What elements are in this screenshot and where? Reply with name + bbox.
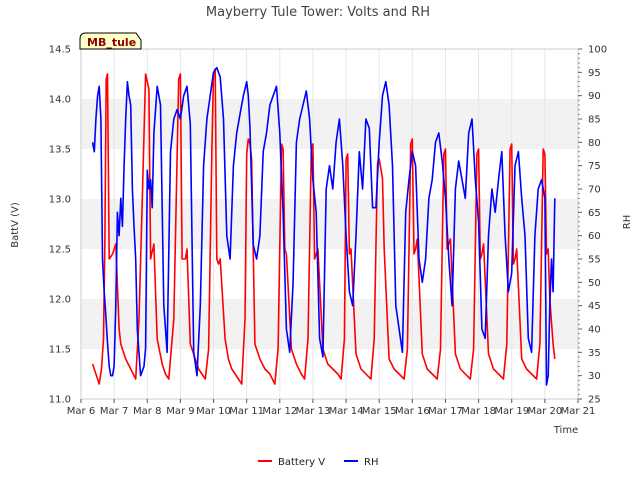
x-tick-label: Mar 16 xyxy=(395,406,430,417)
legend-label-battery: Battery V xyxy=(278,457,325,468)
y-right-tick-label: 60 xyxy=(588,231,601,242)
x-tick-label: Mar 14 xyxy=(329,406,364,417)
y-left-tick-label: 12.0 xyxy=(49,295,71,306)
x-tick-label: Mar 7 xyxy=(100,406,128,417)
legend-label-rh: RH xyxy=(364,457,378,468)
station-badge-label: MB_tule xyxy=(87,36,136,49)
y-left-tick-label: 14.0 xyxy=(49,95,71,106)
y-left-tick-label: 12.5 xyxy=(49,245,71,256)
x-tick-label: Mar 6 xyxy=(67,406,95,417)
y-right-tick-label: 100 xyxy=(588,45,607,56)
y-right-tick-label: 50 xyxy=(588,278,601,289)
y-right-tick-label: 35 xyxy=(588,348,601,359)
x-tick-label: Mar 17 xyxy=(428,406,463,417)
y-right-axis-title: RH xyxy=(622,215,633,229)
x-tick-label: Mar 18 xyxy=(461,406,496,417)
y-left-tick-label: 13.0 xyxy=(49,195,71,206)
x-tick-label: Mar 8 xyxy=(133,406,161,417)
y-right-tick-label: 90 xyxy=(588,91,601,102)
grid-band xyxy=(81,49,578,99)
chart-title: Mayberry Tule Tower: Volts and RH xyxy=(206,5,430,20)
y-right-tick-label: 80 xyxy=(588,138,601,149)
y-right-tick-label: 45 xyxy=(588,301,601,312)
y-right-tick-label: 25 xyxy=(588,395,601,406)
y-left-tick-label: 14.5 xyxy=(49,45,71,56)
x-tick-label: Mar 10 xyxy=(196,406,231,417)
y-right-tick-label: 65 xyxy=(588,208,601,219)
station-badge: MB_tule xyxy=(79,32,142,50)
y-right-tick-label: 40 xyxy=(588,325,601,336)
y-right-tick-label: 85 xyxy=(588,115,601,126)
x-tick-label: Mar 13 xyxy=(296,406,331,417)
x-tick-label: Mar 11 xyxy=(229,406,264,417)
x-axis-title: Time xyxy=(553,425,578,436)
y-right-tick-label: 75 xyxy=(588,161,601,172)
y-right-tick-label: 55 xyxy=(588,255,601,266)
y-right-tick-label: 70 xyxy=(588,185,601,196)
x-tick-label: Mar 20 xyxy=(527,406,562,417)
y-left-tick-label: 11.5 xyxy=(49,345,71,356)
y-right-tick-label: 95 xyxy=(588,68,601,79)
y-left-axis-title: BattV (V) xyxy=(10,202,21,248)
x-tick-label: Mar 19 xyxy=(494,406,529,417)
x-tick-label: Mar 9 xyxy=(166,406,194,417)
chart-svg: Mar 6 Mar 7 Mar 8 Mar 9 Mar 10Mar 11Mar 12Ma… xyxy=(0,0,640,480)
x-tick-label: Mar 21 xyxy=(561,406,596,417)
x-tick-label: Mar 12 xyxy=(262,406,297,417)
y-left-tick-label: 13.5 xyxy=(49,145,71,156)
y-left-tick-label: 11.0 xyxy=(49,395,71,406)
y-right-tick-label: 30 xyxy=(588,371,601,382)
x-tick-label: Mar 15 xyxy=(362,406,397,417)
